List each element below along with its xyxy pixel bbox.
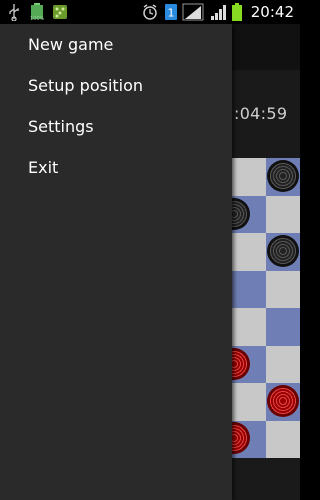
black-checker-piece[interactable] — [267, 160, 299, 192]
red-checker-piece[interactable] — [267, 385, 299, 417]
status-bar: 100% 1 20:42 — [0, 0, 300, 24]
svg-text:1: 1 — [168, 7, 175, 20]
menu-item-new-game[interactable]: New game — [0, 24, 232, 65]
board-cell[interactable] — [232, 270, 266, 308]
battery-percent-label: 100% — [30, 16, 45, 22]
board-cell[interactable] — [232, 308, 266, 346]
board-cell[interactable] — [266, 195, 300, 233]
navigation-drawer: New game Setup position Settings Exit — [0, 24, 232, 500]
menu-item-settings[interactable]: Settings — [0, 106, 232, 147]
usb-icon — [9, 4, 19, 21]
alarm-icon — [143, 4, 157, 20]
board-cell[interactable] — [266, 270, 300, 308]
battery-icon — [232, 3, 242, 21]
game-notification-icon — [53, 5, 67, 19]
board-cell[interactable] — [266, 420, 300, 458]
menu-item-setup-position[interactable]: Setup position — [0, 65, 232, 106]
board-cell[interactable] — [266, 308, 300, 346]
checkers-board[interactable] — [232, 158, 300, 458]
menu-item-exit[interactable]: Exit — [0, 147, 232, 188]
black-checker-piece[interactable] — [267, 235, 299, 267]
board-cell[interactable] — [232, 233, 266, 271]
board-cell[interactable] — [266, 345, 300, 383]
board-cell[interactable] — [232, 158, 266, 196]
sim1-icon: 1 — [165, 4, 177, 20]
board-cell[interactable] — [232, 383, 266, 421]
clock-time: 20:42 — [250, 3, 294, 21]
signal-icon — [182, 3, 204, 21]
signal-icon-2 — [211, 5, 226, 20]
game-timer: :04:59 — [234, 104, 288, 123]
